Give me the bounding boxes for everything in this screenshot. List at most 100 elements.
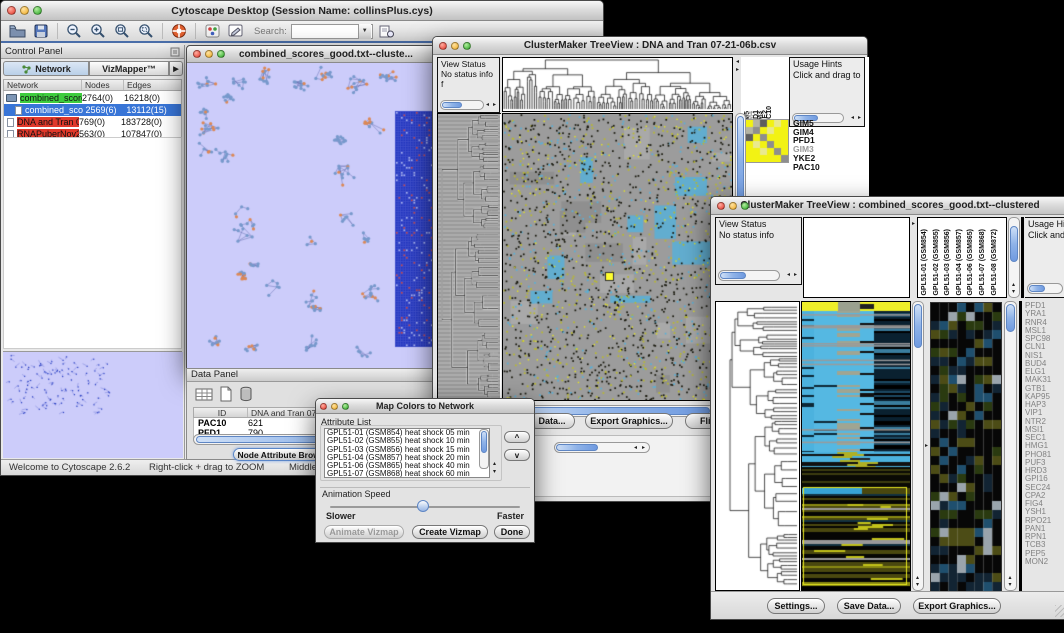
tv1-save-data-button[interactable]: Data... [529,413,575,429]
zoom-in-icon[interactable] [88,22,108,40]
create-vizmap-button[interactable]: Create Vizmap [412,525,488,539]
scrollbar-thumb[interactable] [1029,285,1045,292]
move-up-button[interactable]: ^ [504,431,530,443]
minimize-button[interactable] [205,50,213,58]
scroll-left-arrow-icon[interactable]: ◂ [787,272,790,278]
dialog-titlebar[interactable]: Map Colors to Network [316,399,534,414]
zoom-fit-icon[interactable] [112,22,132,40]
speed-slider-thumb[interactable] [417,500,429,512]
array-column-label[interactable]: GPL51-07 (GSM868) [979,229,991,296]
minimize-button[interactable] [729,202,737,210]
scrollbar-thumb[interactable] [1006,304,1015,332]
scroll-right-arrow-icon[interactable]: ▸ [493,102,496,108]
scroll-right-arrow-icon[interactable]: ▸ [642,445,645,451]
scroll-down-arrow-icon[interactable]: ▾ [1012,289,1015,295]
help-icon[interactable] [169,22,189,40]
tv2-hints-scrollbar[interactable] [1027,283,1063,294]
network-list-row[interactable]: DNA and Tran 07 769(0) 183728(0) [4,116,181,128]
attribute-select-icon[interactable] [195,387,213,407]
tv1-column-dendrogram-canvas[interactable] [503,58,732,111]
scroll-down-arrow-icon[interactable]: ▾ [1009,582,1012,588]
minimize-button[interactable] [451,42,459,50]
dialog-attribute-list[interactable]: GPL51-01 (GSM854) heat shock 05 minGPL51… [324,428,490,478]
gene-label[interactable]: MON2 [1025,558,1064,566]
scroll-up-arrow-icon[interactable]: ▴ [1009,575,1012,581]
scroll-up-arrow-icon[interactable]: ▴ [1012,282,1015,288]
animate-vizmap-button[interactable]: Animate Vizmap [324,525,404,539]
tv2-status-scrollbar[interactable] [718,270,780,281]
tv2-save-data-button[interactable]: Save Data... [837,598,901,614]
array-column-label[interactable]: GPL51-08 (GSM872) [991,229,1003,296]
network-overview-canvas[interactable] [3,352,183,458]
save-session-icon[interactable] [31,22,51,40]
close-button[interactable] [717,202,725,210]
resize-handle-icon[interactable]: ▸ [925,443,928,449]
array-column-label[interactable]: GPL51-04 (GSM857) [956,229,968,296]
close-button[interactable] [7,6,16,15]
tab-overflow-arrow[interactable]: ▶ [169,61,183,76]
scrollbar-thumb[interactable] [737,116,744,202]
done-button[interactable]: Done [494,525,530,539]
col-id[interactable]: ID [194,408,248,417]
zoom-button[interactable] [217,50,225,58]
scroll-left-arrow-icon[interactable]: ◂ [634,445,637,451]
col-nodes[interactable]: Nodes [82,80,124,90]
scroll-left-arrow-icon[interactable]: ◂ [486,102,489,108]
scroll-right-arrow-icon[interactable]: ▸ [912,221,915,227]
scrollbar-thumb[interactable] [556,444,598,451]
move-down-button[interactable]: v [504,449,530,461]
annotation-icon[interactable] [226,22,246,40]
zoom-out-icon[interactable] [64,22,84,40]
tv2-settings-button[interactable]: Settings... [767,598,825,614]
close-button[interactable] [320,403,327,410]
col-edges[interactable]: Edges [124,80,180,90]
minimize-button[interactable] [20,6,29,15]
close-button[interactable] [193,50,201,58]
zoom-button[interactable] [741,202,749,210]
zoom-button[interactable] [342,403,349,410]
chevron-down-icon[interactable]: ▼ [358,24,371,39]
network-list-row[interactable]: combined_scores 2764(0) 16218(0) [4,92,181,104]
scroll-down-arrow-icon[interactable]: ▾ [493,469,496,475]
float-panel-icon[interactable] [170,47,180,60]
zoom-button[interactable] [33,6,42,15]
scroll-up-arrow-icon[interactable]: ▴ [916,575,919,581]
array-column-label[interactable]: GPL51-06 (GSM865) [967,229,979,296]
vizmapper-icon[interactable] [202,22,222,40]
tv2-row-dendrogram-canvas[interactable] [716,302,799,590]
tv2-export-graphics-button[interactable]: Export Graphics... [913,598,1001,614]
zoom-selected-icon[interactable] [136,22,156,40]
attribute-item[interactable]: GPL51-07 (GSM868) heat shock 60 min [325,470,489,478]
zoom-button[interactable] [463,42,471,50]
scroll-up-arrow-icon[interactable]: ▴ [493,461,496,467]
scroll-right-arrow-icon[interactable]: ▸ [736,67,739,73]
resize-grip[interactable] [1055,605,1064,617]
tab-vizmapper[interactable]: VizMapper™ [89,61,169,76]
tv1-export-graphics-button[interactable]: Export Graphics... [585,413,673,429]
open-session-icon[interactable] [7,22,27,40]
attribute-browser-icon[interactable] [377,22,397,40]
scroll-left-arrow-icon[interactable]: ◂ [736,59,739,65]
treeview1-titlebar[interactable]: ClusterMaker TreeView : DNA and Tran 07-… [433,37,867,55]
treeview2-titlebar[interactable]: ClusterMaker TreeView : combined_scores_… [711,197,1064,215]
tv1-heatmap-canvas[interactable] [503,114,732,400]
scroll-down-arrow-icon[interactable]: ▾ [916,582,919,588]
tv1-status-scrollbar[interactable] [440,100,484,110]
tab-network[interactable]: Network [3,61,89,76]
network-list-row[interactable]: combined_sco 2569(6) 13112(15) [4,104,181,116]
dialog-list-scrollbar[interactable] [479,429,489,469]
col-network[interactable]: Network [4,80,82,90]
array-column-label[interactable]: GPL51-03 (GSM856) [944,229,956,296]
tv2-column-tree-box[interactable] [803,217,910,298]
scroll-right-arrow-icon[interactable]: ▸ [858,115,861,121]
array-column-label[interactable]: GPL51-02 (GSM855) [933,229,945,296]
tv2-zoom-heatmap-canvas[interactable] [930,302,1002,592]
tv2-vertical-scrollbar[interactable]: ▴ ▾ [912,301,924,591]
scroll-left-arrow-icon[interactable]: ◂ [851,115,854,121]
tv2-heatmap-canvas[interactable] [802,302,910,590]
scrollbar-thumb[interactable] [1010,226,1018,262]
scrollbar-thumb[interactable] [720,272,746,279]
search-input[interactable] [292,25,358,37]
close-button[interactable] [439,42,447,50]
tv1-cluster-mini-heatmap[interactable] [745,119,789,163]
